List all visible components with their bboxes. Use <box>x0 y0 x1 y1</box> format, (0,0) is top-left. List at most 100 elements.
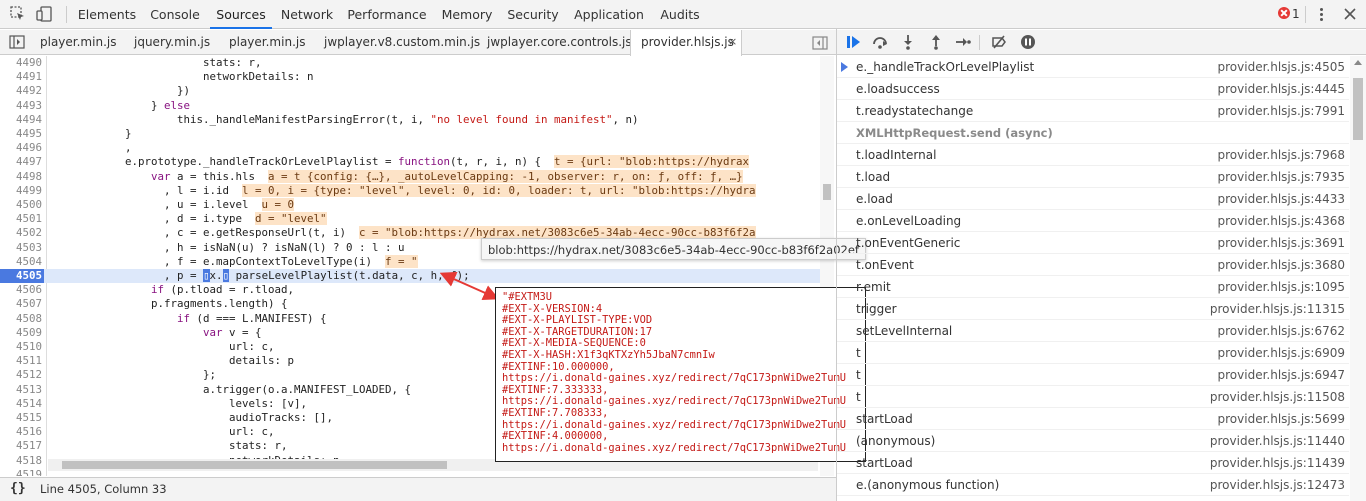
tab-performance[interactable]: Performance <box>346 0 428 29</box>
frame-location[interactable]: provider.hlsjs.js:6909 <box>1218 342 1345 364</box>
call-frame[interactable]: r.emit provider.hlsjs.js:1095 <box>837 276 1349 298</box>
call-frame[interactable]: e.(anonymous function) provider.hlsjs.js:… <box>837 474 1349 496</box>
line-number[interactable]: 4498 <box>0 170 44 184</box>
file-tab-player-min[interactable]: player.min.js <box>40 30 116 55</box>
tab-memory[interactable]: Memory <box>436 0 498 29</box>
deactivate-breakpoints-icon[interactable] <box>991 34 1007 50</box>
code-line[interactable]: 4497 e.prototype._handleTrackOrLevelPlay… <box>0 155 820 169</box>
line-number[interactable]: 4490 <box>0 56 44 70</box>
code-line[interactable]: 4498 var a = this.hls a = t {config: {…}… <box>0 169 820 184</box>
line-number[interactable]: 4508 <box>0 312 44 326</box>
line-number[interactable]: 4507 <box>0 297 44 311</box>
call-frame[interactable]: e.load provider.hlsjs.js:4433 <box>837 188 1349 210</box>
code-line[interactable]: 4491 networkDetails: n <box>0 70 820 84</box>
toggle-debugger-icon[interactable] <box>812 36 828 50</box>
close-file-tab-icon[interactable]: × <box>728 31 740 53</box>
call-frame[interactable]: t.loadInternal provider.hlsjs.js:7968 <box>837 144 1349 166</box>
current-code-line[interactable]: 4505 , p = ▯x.▯ parseLevelPlaylist(t.dat… <box>0 269 820 284</box>
tab-console[interactable]: Console <box>144 0 206 29</box>
close-devtools-icon[interactable] <box>1342 6 1358 22</box>
tab-application[interactable]: Application <box>570 0 648 29</box>
line-number[interactable]: 4502 <box>0 226 44 240</box>
call-frame[interactable]: t.onEvent provider.hlsjs.js:3680 <box>837 254 1349 276</box>
device-toolbar-icon[interactable] <box>36 5 54 23</box>
line-number[interactable]: 4500 <box>0 198 44 212</box>
file-tab-jwplayer-custom[interactable]: jwplayer.v8.custom.min.js <box>324 30 480 55</box>
code-line[interactable]: 4495 } <box>0 127 820 141</box>
line-number[interactable]: 4518 <box>0 454 44 468</box>
code-line[interactable]: 4492 }) <box>0 84 820 98</box>
code-line[interactable]: 4501 , d = i.type d = "level" <box>0 212 820 226</box>
file-tab-player-min-2[interactable]: player.min.js <box>229 30 305 55</box>
call-frame[interactable]: e.onLevelLoading provider.hlsjs.js:4368 <box>837 210 1349 232</box>
line-number[interactable]: 4519 <box>0 468 44 476</box>
call-frame[interactable]: t provider.hlsjs.js:6947 <box>837 364 1349 386</box>
file-tab-jwplayer-core-controls[interactable]: jwplayer.core.controls.js <box>487 30 632 55</box>
frame-location[interactable]: provider.hlsjs.js:3680 <box>1218 254 1345 276</box>
file-tab-provider-hlsjs[interactable]: provider.hlsjs.js <box>630 30 742 56</box>
call-frame[interactable]: e._handleTrackOrLevelPlaylist provider.hl… <box>837 56 1349 78</box>
call-frame[interactable]: e.loadsuccess provider.hlsjs.js:4445 <box>837 78 1349 100</box>
tab-elements[interactable]: Elements <box>74 0 140 29</box>
frame-location[interactable]: provider.hlsjs.js:5699 <box>1218 408 1345 430</box>
call-frame[interactable]: startLoad provider.hlsjs.js:5699 <box>837 408 1349 430</box>
pretty-print-button[interactable]: {} <box>10 478 26 500</box>
inspect-element-icon[interactable] <box>9 5 27 23</box>
file-tab-jquery-min[interactable]: jquery.min.js <box>134 30 210 55</box>
line-number[interactable]: 4495 <box>0 127 44 141</box>
error-icon[interactable] <box>1278 7 1290 19</box>
call-stack-scrollbar[interactable] <box>1350 56 1366 501</box>
frame-location[interactable]: provider.hlsjs.js:11315 <box>1210 298 1345 320</box>
code-line[interactable]: 4496 , <box>0 141 820 155</box>
frame-location[interactable]: provider.hlsjs.js:3691 <box>1218 232 1345 254</box>
tab-network[interactable]: Network <box>276 0 338 29</box>
frame-location[interactable]: provider.hlsjs.js:4445 <box>1218 78 1345 100</box>
frame-location[interactable]: provider.hlsjs.js:7991 <box>1218 100 1345 122</box>
line-number[interactable]: 4514 <box>0 397 44 411</box>
call-frame[interactable]: (anonymous) provider.hlsjs.js:11440 <box>837 430 1349 452</box>
code-line[interactable]: 4500 , u = i.level u = 0 <box>0 198 820 212</box>
step-into-icon[interactable] <box>900 34 916 50</box>
line-number[interactable]: 4494 <box>0 113 44 127</box>
step-icon[interactable] <box>955 34 971 50</box>
frame-location[interactable]: provider.hlsjs.js:11508 <box>1210 386 1345 408</box>
scroll-thumb[interactable] <box>1353 78 1363 140</box>
line-number[interactable]: 4491 <box>0 70 44 84</box>
frame-location[interactable]: provider.hlsjs.js:11439 <box>1210 452 1345 474</box>
scroll-thumb[interactable] <box>62 461 447 469</box>
resume-icon[interactable] <box>845 34 861 50</box>
line-number[interactable]: 4501 <box>0 212 44 226</box>
scroll-up-icon[interactable] <box>1354 60 1362 65</box>
frame-location[interactable]: provider.hlsjs.js:11440 <box>1210 430 1345 452</box>
code-line[interactable]: 4499 , l = i.id l = 0, i = {type: "level… <box>0 183 820 198</box>
line-number[interactable]: 4510 <box>0 340 44 354</box>
frame-location[interactable]: provider.hlsjs.js:7968 <box>1218 144 1345 166</box>
code-line[interactable]: 4494 this._handleManifestParsingError(t,… <box>0 113 820 127</box>
line-number[interactable]: 4513 <box>0 383 44 397</box>
frame-location[interactable]: provider.hlsjs.js:4368 <box>1218 210 1345 232</box>
line-number[interactable]: 4505 <box>0 269 44 284</box>
step-over-icon[interactable] <box>872 34 888 50</box>
call-frame[interactable]: t.load provider.hlsjs.js:7935 <box>837 166 1349 188</box>
line-number[interactable]: 4499 <box>0 184 44 198</box>
line-number[interactable]: 4504 <box>0 255 44 269</box>
frame-location[interactable]: provider.hlsjs.js:4505 <box>1218 56 1345 78</box>
frame-location[interactable]: provider.hlsjs.js:6947 <box>1218 364 1345 386</box>
toggle-navigator-icon[interactable] <box>9 35 25 49</box>
line-number[interactable]: 4497 <box>0 155 44 169</box>
line-number[interactable]: 4492 <box>0 84 44 98</box>
line-number[interactable]: 4496 <box>0 141 44 155</box>
scroll-thumb[interactable] <box>823 184 831 200</box>
line-number[interactable]: 4517 <box>0 439 44 453</box>
tab-audits[interactable]: Audits <box>654 0 706 29</box>
code-line[interactable]: 4490 stats: r, <box>0 56 820 70</box>
call-frame[interactable]: trigger provider.hlsjs.js:11315 <box>837 298 1349 320</box>
line-number[interactable]: 4503 <box>0 241 44 255</box>
line-number[interactable]: 4509 <box>0 326 44 340</box>
pause-on-exceptions-icon[interactable] <box>1020 34 1036 50</box>
call-frame[interactable]: t.readystatechange provider.hlsjs.js:7991 <box>837 100 1349 122</box>
line-number[interactable]: 4516 <box>0 425 44 439</box>
frame-location[interactable]: provider.hlsjs.js:4433 <box>1218 188 1345 210</box>
frame-location[interactable]: provider.hlsjs.js:6762 <box>1218 320 1345 342</box>
frame-location[interactable]: provider.hlsjs.js:7935 <box>1218 166 1345 188</box>
